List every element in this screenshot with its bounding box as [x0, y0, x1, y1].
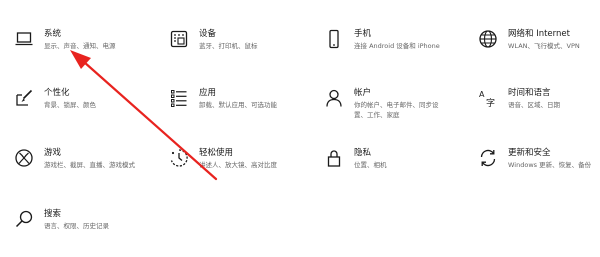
tile-desc: 显示、声音、通知、电源: [44, 42, 116, 50]
tile-desc: WLAN、飞行模式、VPN: [508, 42, 580, 50]
keyboard-printer-icon: [169, 29, 189, 49]
svg-text:字: 字: [486, 97, 495, 108]
tile-desc: 位置、相机: [354, 161, 387, 169]
tile-desc: 卸载、默认应用、可选功能: [199, 101, 277, 109]
tile-phone[interactable]: 手机 连接 Android 设备和 iPhone: [324, 28, 474, 72]
search-icon: [14, 209, 34, 229]
xbox-icon: [14, 148, 34, 168]
tile-desc: 讲述人、放大镜、高对比度: [199, 161, 277, 169]
tile-search[interactable]: 搜索 语言、权限、历史记录: [14, 208, 164, 252]
ease-of-access-icon: [169, 148, 189, 168]
tile-title: 更新和安全: [508, 148, 551, 158]
tile-title: 应用: [199, 88, 217, 98]
tile-title: 游戏: [44, 148, 62, 158]
lock-icon: [324, 148, 344, 168]
tile-network[interactable]: 网络和 Internet WLAN、飞行模式、VPN: [478, 28, 600, 72]
tile-title: 帐户: [354, 88, 372, 98]
tile-desc: Windows 更新、恢复、备份: [508, 161, 592, 169]
laptop-icon: [14, 29, 34, 49]
language-icon: A字: [478, 88, 498, 108]
tile-title: 隐私: [354, 148, 372, 158]
tile-update-security[interactable]: 更新和安全 Windows 更新、恢复、备份: [478, 147, 600, 191]
tile-title: 搜索: [44, 209, 62, 219]
apps-list-icon: [169, 88, 189, 108]
tile-desc: 连接 Android 设备和 iPhone: [354, 42, 440, 50]
tile-title: 时间和语言: [508, 88, 551, 98]
tile-desc: 语言、权限、历史记录: [44, 222, 109, 230]
tile-title: 手机: [354, 29, 372, 39]
tile-title: 设备: [199, 29, 217, 39]
tile-title: 轻松使用: [199, 148, 234, 158]
tile-devices[interactable]: 设备 蓝牙、打印机、鼠标: [169, 28, 319, 72]
tile-desc: 蓝牙、打印机、鼠标: [199, 42, 258, 50]
tile-desc: 语音、区域、日期: [508, 101, 560, 109]
tile-desc: 游戏栏、截屏、直播、游戏模式: [44, 161, 135, 169]
tile-ease-of-access[interactable]: 轻松使用 讲述人、放大镜、高对比度: [169, 147, 319, 191]
tile-time-language[interactable]: A字 时间和语言 语音、区域、日期: [478, 87, 600, 131]
settings-page: 系统 显示、声音、通知、电源 设备 蓝牙、打印机、鼠标 手机 连接 Androi…: [0, 0, 600, 257]
tile-apps[interactable]: 应用 卸载、默认应用、可选功能: [169, 87, 319, 131]
paint-icon: [14, 88, 34, 108]
sync-icon: [478, 148, 498, 168]
tile-desc: 你的帐户、电子邮件、同步设置、工作、家庭: [354, 101, 439, 119]
tile-accounts[interactable]: 帐户 你的帐户、电子邮件、同步设置、工作、家庭: [324, 87, 474, 131]
tile-desc: 背景、锁屏、颜色: [44, 101, 96, 109]
person-icon: [324, 88, 344, 108]
svg-text:A: A: [479, 90, 485, 99]
phone-icon: [324, 29, 344, 49]
globe-icon: [478, 29, 498, 49]
tile-system[interactable]: 系统 显示、声音、通知、电源: [14, 28, 164, 72]
tile-privacy[interactable]: 隐私 位置、相机: [324, 147, 474, 191]
tile-gaming[interactable]: 游戏 游戏栏、截屏、直播、游戏模式: [14, 147, 164, 191]
tile-personalization[interactable]: 个性化 背景、锁屏、颜色: [14, 87, 164, 131]
tile-title: 网络和 Internet: [508, 29, 570, 39]
tile-title: 系统: [44, 29, 62, 39]
tile-title: 个性化: [44, 88, 70, 98]
